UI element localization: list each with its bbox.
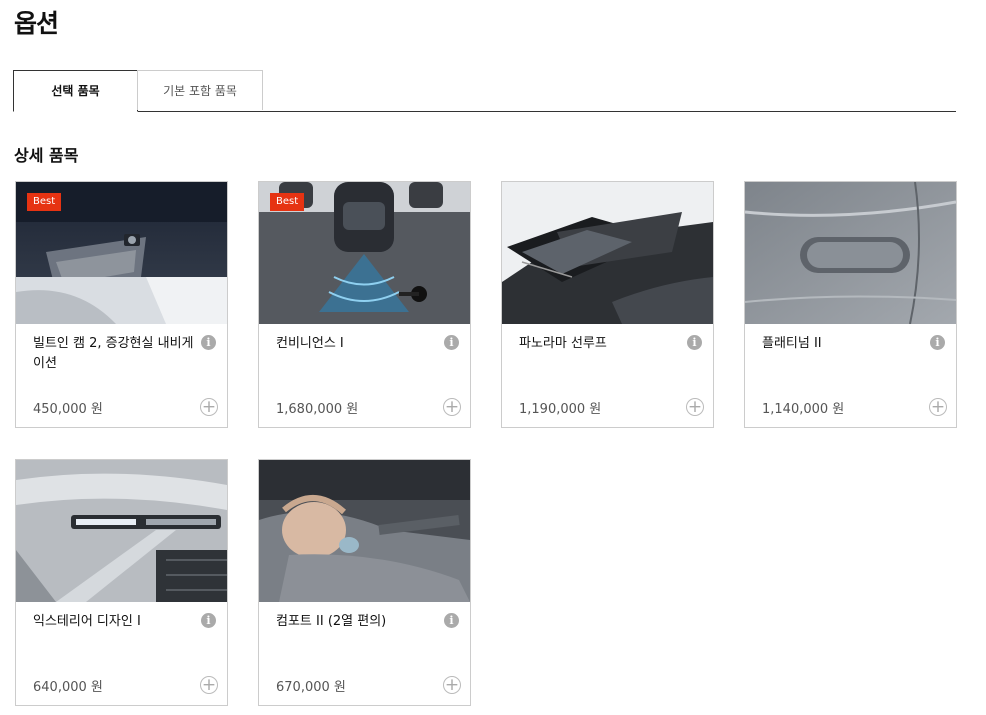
option-card-convenience[interactable]: Best 컨비니언스 I i 1,680,000 원 + — [258, 181, 471, 428]
plus-circle-icon[interactable]: + — [200, 398, 218, 416]
option-name: 파노라마 선루프 — [519, 336, 607, 351]
tab-selected-options[interactable]: 선택 품목 — [13, 70, 138, 112]
option-name: 컨비니언스 I — [276, 336, 344, 351]
info-icon[interactable]: i — [201, 613, 216, 628]
info-icon[interactable]: i — [201, 335, 216, 350]
option-card-builtin-cam[interactable]: Best 빌트인 캠 2, 증강현실 내비게이션 i 450,000 원 + — [15, 181, 228, 428]
option-price: 1,140,000 원 — [762, 402, 845, 417]
option-card-platinum[interactable]: 플래티넘 II i 1,140,000 원 + — [744, 181, 957, 428]
page-title: 옵션 — [14, 9, 59, 38]
best-badge: Best — [270, 193, 305, 211]
section-title: 상세 품목 — [14, 146, 79, 165]
best-badge: Best — [27, 193, 62, 211]
option-price: 640,000 원 — [33, 680, 103, 695]
option-tabs: 선택 품목 기본 포함 품목 — [13, 70, 956, 112]
option-name: 컴포트 II (2열 편의) — [276, 614, 387, 629]
info-icon[interactable]: i — [444, 613, 459, 628]
option-price: 1,190,000 원 — [519, 402, 602, 417]
info-icon[interactable]: i — [687, 335, 702, 350]
option-card-comfort[interactable]: 컴포트 II (2열 편의) i 670,000 원 + — [258, 459, 471, 706]
info-icon[interactable]: i — [930, 335, 945, 350]
option-price: 1,680,000 원 — [276, 402, 359, 417]
option-name: 익스테리어 디자인 I — [33, 614, 141, 629]
plus-circle-icon[interactable]: + — [443, 676, 461, 694]
option-card-panorama-sunroof[interactable]: 파노라마 선루프 i 1,190,000 원 + — [501, 181, 714, 428]
plus-circle-icon[interactable]: + — [929, 398, 947, 416]
option-name: 플래티넘 II — [762, 336, 822, 351]
plus-circle-icon[interactable]: + — [200, 676, 218, 694]
option-name: 빌트인 캠 2, 증강현실 내비게이션 — [33, 336, 194, 371]
headlamp-image — [16, 460, 227, 602]
plus-circle-icon[interactable]: + — [686, 398, 704, 416]
plus-circle-icon[interactable]: + — [443, 398, 461, 416]
info-icon[interactable]: i — [444, 335, 459, 350]
sunroof-image — [502, 182, 713, 324]
tab-included-options[interactable]: 기본 포함 품목 — [137, 70, 263, 110]
baby-seat-image — [259, 460, 470, 602]
door-handle-image — [745, 182, 956, 324]
option-price: 450,000 원 — [33, 402, 103, 417]
option-card-exterior-design[interactable]: 익스테리어 디자인 I i 640,000 원 + — [15, 459, 228, 706]
option-price: 670,000 원 — [276, 680, 346, 695]
